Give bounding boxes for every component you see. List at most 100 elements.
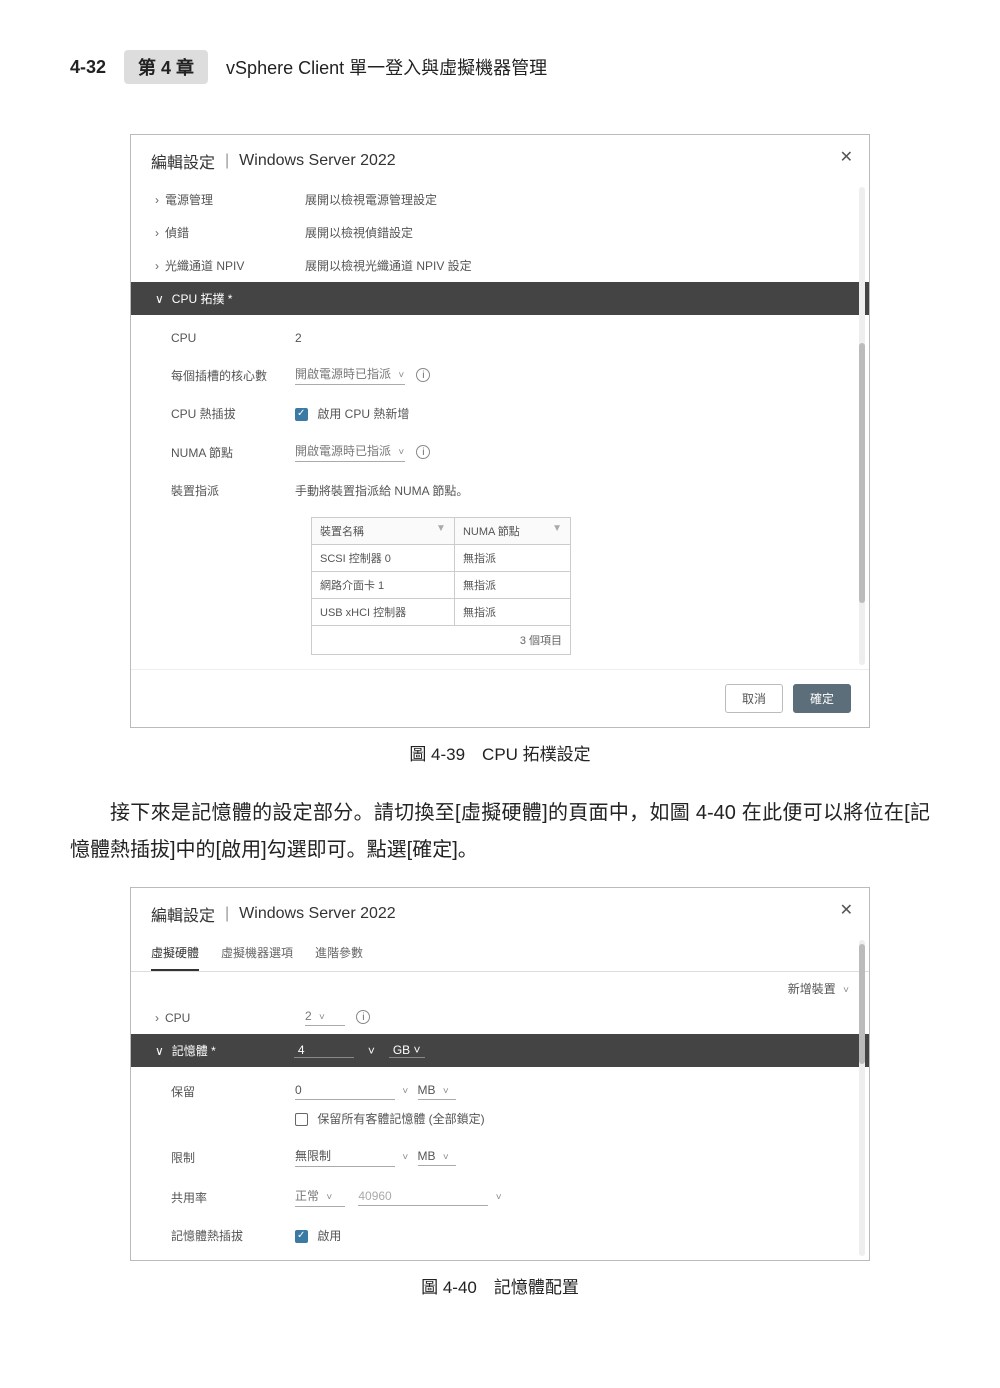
row-value: 展開以檢視偵錯設定	[305, 224, 845, 241]
figure-caption-4-39: 圖 4-39 CPU 拓樸設定	[70, 740, 930, 765]
row-value: 正常 ˅ 40960 ˅	[295, 1187, 845, 1207]
section-label: 記憶體 *	[172, 1042, 216, 1059]
row-label: 每個插槽的核心數	[171, 367, 295, 384]
info-icon[interactable]: i	[416, 445, 430, 459]
checkbox-label: 啟用 CPU 熱新增	[317, 407, 409, 421]
cpu-topology-section-bar[interactable]: ∨ CPU 拓撲 *	[131, 282, 869, 315]
col-device-name[interactable]: 裝置名稱 ▼	[312, 518, 455, 545]
row-value: 啟用	[295, 1227, 845, 1244]
row-value: 展開以檢視電源管理設定	[305, 191, 845, 208]
chevron-down-icon: ˅	[843, 985, 849, 996]
page-number: 4-32	[70, 57, 106, 78]
row-value: 無限制 ˅ MB ˅	[295, 1147, 845, 1167]
chapter-tab: 第 4 章	[124, 50, 208, 84]
dialog-title-prefix: 編輯設定	[151, 902, 215, 926]
row-reserve-all: 保留所有客體記憶體 (全部鎖定)	[131, 1110, 869, 1137]
stepper-icon[interactable]: ˅	[496, 1192, 502, 1203]
limit-input[interactable]: 無限制	[295, 1147, 395, 1167]
table-row[interactable]: USB xHCI 控制器 無指派	[312, 599, 571, 626]
dialog-tabs: 虛擬硬體 虛擬機器選項 進階參數	[131, 936, 869, 972]
tab-vm-options[interactable]: 虛擬機器選項	[221, 936, 293, 971]
row-label: NUMA 節點	[171, 444, 295, 461]
tab-advanced-params[interactable]: 進階參數	[315, 936, 363, 971]
row-value: 開啟電源時已指派 ˅ i	[295, 442, 845, 462]
chevron-down-icon: ∨	[155, 1044, 164, 1058]
chapter-title: vSphere Client 單一登入與虛擬機器管理	[226, 54, 547, 80]
row-value: 啟用 CPU 熱新增	[295, 405, 845, 422]
row-shares: 共用率 正常 ˅ 40960 ˅	[131, 1177, 869, 1217]
close-icon[interactable]: ✕	[840, 147, 853, 167]
memory-section-bar[interactable]: ∨ 記憶體 * 4 ˅ GB ˅	[131, 1034, 869, 1067]
dialog-footer: 取消 確定	[131, 669, 869, 727]
row-limit: 限制 無限制 ˅ MB ˅	[131, 1137, 869, 1177]
row-value: 開啟電源時已指派 ˅ i	[295, 365, 845, 385]
dialog-title-prefix: 編輯設定	[151, 149, 215, 173]
cancel-button[interactable]: 取消	[725, 684, 783, 713]
memory-hotplug-checkbox[interactable]	[295, 1230, 308, 1243]
row-reservation: 保留 0 ˅ MB ˅	[131, 1073, 869, 1110]
tab-virtual-hardware[interactable]: 虛擬硬體	[151, 936, 199, 971]
body-paragraph: 接下來是記憶體的設定部分。請切換至[虛擬硬體]的頁面中，如圖 4-40 在此便可…	[70, 795, 930, 869]
checkbox-label: 啟用	[317, 1229, 341, 1243]
row-value: 展開以檢視光纖通道 NPIV 設定	[305, 257, 845, 274]
reservation-input[interactable]: 0	[295, 1083, 395, 1100]
row-power-management[interactable]: › 電源管理 展開以檢視電源管理設定	[131, 183, 869, 216]
shares-level-dropdown[interactable]: 正常 ˅	[295, 1187, 345, 1207]
row-label: 偵錯	[165, 224, 305, 241]
memory-unit-dropdown[interactable]: GB ˅	[389, 1043, 425, 1058]
memory-size-input[interactable]: 4	[294, 1043, 354, 1058]
dialog-title-subject: Windows Server 2022	[239, 152, 396, 170]
row-cpu-hotplug: CPU 熱插拔 啟用 CPU 熱新增	[131, 395, 869, 432]
scrollbar-thumb[interactable]	[859, 944, 865, 1064]
dialog-body: › 電源管理 展開以檢視電源管理設定 › 偵錯 展開以檢視偵錯設定 › 光纖通道…	[131, 183, 869, 669]
row-label: CPU	[165, 1011, 305, 1025]
add-device-dropdown[interactable]: 新增裝置 ˅	[131, 972, 869, 1001]
chevron-down-icon: ˅	[319, 1012, 325, 1023]
row-cpu[interactable]: › CPU 2 ˅ i	[131, 1001, 869, 1034]
chevron-down-icon: ˅	[398, 447, 404, 458]
cpu-count-dropdown[interactable]: 2 ˅	[305, 1009, 345, 1026]
stepper-icon[interactable]: ˅	[402, 1086, 408, 1097]
close-icon[interactable]: ✕	[840, 900, 853, 920]
row-memory-hotplug: 記憶體熱插拔 啟用	[131, 1217, 869, 1254]
edit-settings-dialog-cpu: 編輯設定 | Windows Server 2022 ✕ › 電源管理 展開以檢…	[130, 134, 870, 728]
row-device-assignment: 裝置指派 手動將裝置指派給 NUMA 節點。	[131, 472, 869, 509]
col-numa-node[interactable]: NUMA 節點 ▼	[454, 518, 570, 545]
dialog-title: 編輯設定 | Windows Server 2022	[131, 888, 869, 936]
row-numa-node: NUMA 節點 開啟電源時已指派 ˅ i	[131, 432, 869, 472]
device-assignment-table: 裝置名稱 ▼ NUMA 節點 ▼ SCSI 控	[311, 517, 571, 655]
row-cpu: CPU 2	[131, 321, 869, 355]
table-row[interactable]: SCSI 控制器 0 無指派	[312, 545, 571, 572]
row-value: 2	[295, 331, 845, 345]
chevron-down-icon: ∨	[155, 292, 164, 306]
chevron-right-icon: ›	[155, 226, 159, 240]
limit-unit-dropdown[interactable]: MB ˅	[418, 1149, 456, 1166]
row-label: 光纖通道 NPIV	[165, 257, 305, 274]
edit-settings-dialog-memory: 編輯設定 | Windows Server 2022 ✕ 虛擬硬體 虛擬機器選項…	[130, 887, 870, 1261]
info-icon[interactable]: i	[416, 368, 430, 382]
chevron-down-icon: ˅	[398, 370, 404, 381]
stepper-icon[interactable]: ˅	[402, 1152, 408, 1163]
row-label: 電源管理	[165, 191, 305, 208]
page-header: 4-32 第 4 章 vSphere Client 單一登入與虛擬機器管理	[70, 50, 930, 84]
shares-value-input[interactable]: 40960	[358, 1189, 488, 1206]
row-npiv[interactable]: › 光纖通道 NPIV 展開以檢視光纖通道 NPIV 設定	[131, 249, 869, 282]
ok-button[interactable]: 確定	[793, 684, 851, 713]
info-icon[interactable]: i	[356, 1010, 370, 1024]
numa-dropdown[interactable]: 開啟電源時已指派 ˅	[295, 442, 405, 462]
filter-icon[interactable]: ▼	[436, 523, 446, 534]
chevron-right-icon: ›	[155, 193, 159, 207]
cpu-hotplug-checkbox[interactable]	[295, 408, 308, 421]
row-label: CPU	[171, 331, 295, 345]
memory-rows: 保留 0 ˅ MB ˅ 保留所有客體記憶體 (全部鎖定)	[131, 1067, 869, 1260]
table-footer: 3 個項目	[311, 626, 571, 655]
scrollbar-thumb[interactable]	[859, 343, 865, 603]
reserve-all-checkbox[interactable]	[295, 1113, 308, 1126]
reservation-unit-dropdown[interactable]: MB ˅	[418, 1083, 456, 1100]
title-separator: |	[225, 905, 229, 923]
row-debug[interactable]: › 偵錯 展開以檢視偵錯設定	[131, 216, 869, 249]
cores-dropdown[interactable]: 開啟電源時已指派 ˅	[295, 365, 405, 385]
table-row[interactable]: 網路介面卡 1 無指派	[312, 572, 571, 599]
stepper-icon[interactable]: ˅	[368, 1044, 375, 1058]
filter-icon[interactable]: ▼	[552, 523, 562, 534]
